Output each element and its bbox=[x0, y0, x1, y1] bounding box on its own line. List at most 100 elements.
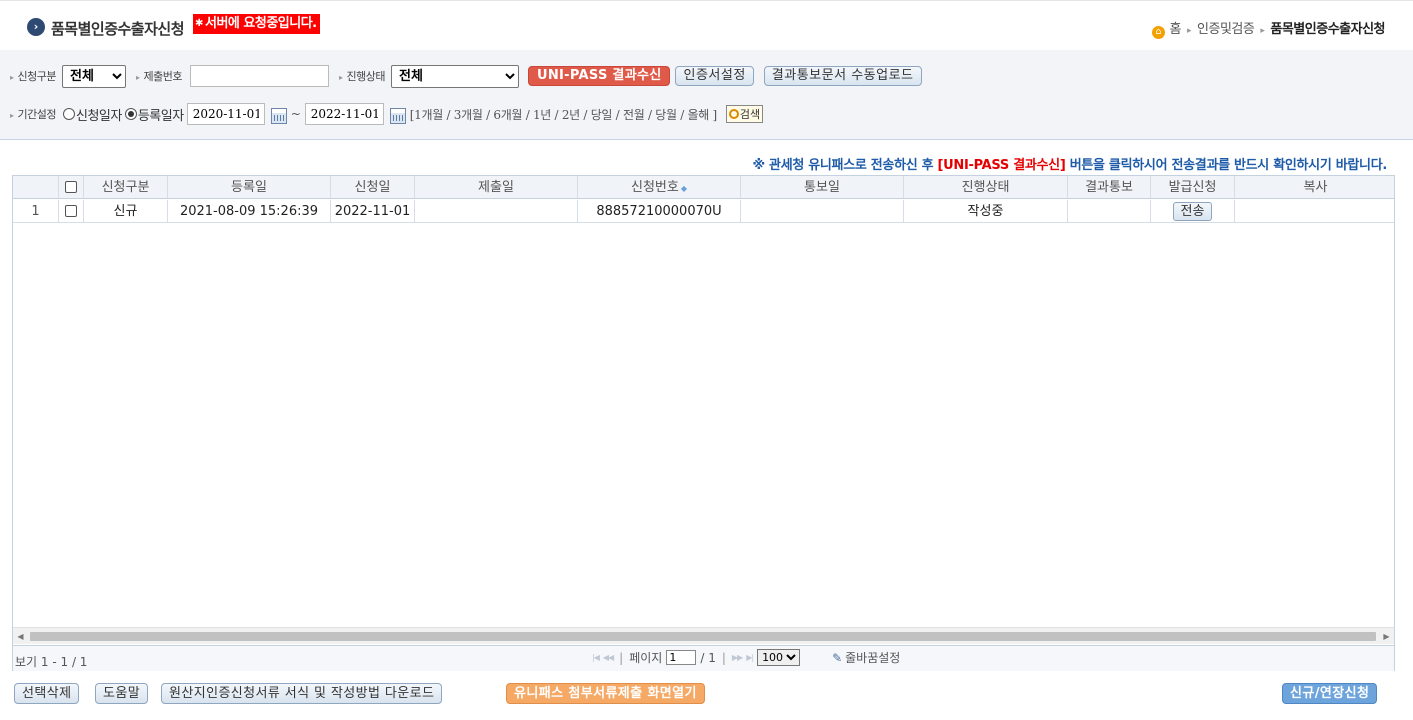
col-apply-no[interactable]: 신청번호 ◆ bbox=[578, 176, 741, 198]
grid-pager: 보기 1 - 1 / 1 |◀ ◀◀ | 페이지 / 1 | ▶▶ ▶| 100… bbox=[13, 645, 1394, 671]
search-button[interactable]: 검색 bbox=[725, 105, 764, 123]
breadcrumb-current: 품목별인증수출자신청 bbox=[1270, 22, 1385, 37]
search-row-1: 신청구분 전체 제출번호 진행상태 전체 UNI-PASS 결과수신 인증서설정… bbox=[0, 63, 922, 89]
col-apply-type[interactable]: 신청구분 bbox=[84, 176, 168, 198]
col-status[interactable]: 진행상태 bbox=[904, 176, 1068, 198]
quick-range-today[interactable]: 당일 bbox=[591, 108, 613, 122]
quick-range-1m[interactable]: 1개월 bbox=[414, 108, 443, 122]
unipass-receive-button[interactable]: UNI-PASS 결과수신 bbox=[528, 66, 671, 86]
cell-submit-date bbox=[415, 200, 578, 222]
search-row-2: 기간설정 신청일자 등록일자 ~ [1개월 / 3개월 / 6개월 / 1년 /… bbox=[0, 101, 764, 127]
page-label: 페이지 bbox=[629, 651, 663, 665]
last-page-icon[interactable]: ▶| bbox=[746, 653, 754, 662]
col-copy[interactable]: 복사 bbox=[1235, 176, 1396, 198]
loading-indicator: ✱ 서버에 요청중입니다. bbox=[193, 14, 320, 34]
submit-no-input[interactable] bbox=[190, 65, 329, 87]
quick-range-prev-month[interactable]: 전월 bbox=[623, 108, 645, 122]
row-checkbox[interactable] bbox=[65, 204, 77, 217]
sort-icon[interactable]: ◆ bbox=[681, 184, 687, 193]
loading-text: 서버에 요청중입니다. bbox=[205, 16, 317, 31]
quick-range-this-month[interactable]: 당월 bbox=[655, 108, 677, 122]
period-label: 기간설정 bbox=[10, 106, 57, 122]
record-info: 보기 1 - 1 / 1 bbox=[15, 655, 88, 669]
cell-reg-date: 2021-08-09 15:26:39 bbox=[168, 200, 331, 222]
radio-apply-date-label: 신청일자 bbox=[76, 108, 122, 124]
breadcrumb-home[interactable]: 홈 bbox=[1170, 22, 1182, 37]
cell-issue: 전송 bbox=[1151, 200, 1235, 222]
cell-notice-date bbox=[741, 200, 904, 222]
breadcrumb-cert[interactable]: 인증및검증 bbox=[1197, 22, 1255, 37]
apply-type-select[interactable]: 전체 bbox=[62, 64, 126, 88]
apply-type-label: 신청구분 bbox=[10, 68, 57, 84]
breadcrumb-separator-icon: ▸ bbox=[1187, 26, 1192, 36]
breadcrumb: ⌂ 홈 ▸ 인증및검증 ▸ 품목별인증수출자신청 bbox=[1151, 18, 1385, 39]
page-input[interactable] bbox=[666, 650, 697, 665]
radio-apply-date-dot[interactable] bbox=[63, 108, 75, 120]
table-row[interactable]: 1 신규 2021-08-09 15:26:39 2022-11-01 8885… bbox=[13, 200, 1394, 223]
application-grid: 신청구분 등록일 신청일 제출일 신청번호 ◆ 통보일 진행상태 결과통보 발급신… bbox=[12, 175, 1395, 671]
status-label: 진행상태 bbox=[339, 68, 386, 84]
status-select[interactable]: 전체 bbox=[391, 64, 519, 88]
quick-range-2y[interactable]: 2년 bbox=[562, 108, 580, 122]
quick-range-6m[interactable]: 6개월 bbox=[493, 108, 522, 122]
search-panel: 신청구분 전체 제출번호 진행상태 전체 UNI-PASS 결과수신 인증서설정… bbox=[0, 50, 1413, 140]
cell-apply-type: 신규 bbox=[84, 200, 168, 222]
wrench-icon: ✎ bbox=[832, 650, 843, 665]
select-all-checkbox[interactable] bbox=[65, 180, 77, 193]
download-forms-button[interactable]: 원산지인증신청서류 서식 및 작성방법 다운로드 bbox=[161, 683, 443, 704]
quick-range-this-year[interactable]: 올해 bbox=[687, 108, 709, 122]
col-apply-date[interactable]: 신청일 bbox=[331, 176, 415, 198]
next-page-icon[interactable]: ▶▶ bbox=[732, 653, 743, 662]
quick-range-close: ] bbox=[712, 107, 717, 122]
search-button-label: 검색 bbox=[739, 108, 761, 121]
pagination: |◀ ◀◀ | 페이지 / 1 | ▶▶ ▶| 100 ✎줄바꿈설정 bbox=[592, 649, 900, 666]
submit-no-label: 제출번호 bbox=[136, 68, 183, 84]
scrollbar-thumb[interactable] bbox=[30, 632, 1376, 641]
col-issue[interactable]: 발급신청 bbox=[1151, 176, 1235, 198]
new-extension-button[interactable]: 신규/연장신청 bbox=[1282, 683, 1378, 704]
manual-upload-button[interactable]: 결과통보문서 수동업로드 bbox=[763, 66, 922, 86]
unipass-notice: ※ 관세청 유니패스로 전송하신 후 [UNI-PASS 결과수신] 버튼을 클… bbox=[752, 154, 1387, 173]
bottom-action-bar: 선택삭제 도움말 원산지인증신청서류 서식 및 작성방법 다운로드 유니패스 첨… bbox=[0, 683, 1413, 707]
cell-status: 작성중 bbox=[904, 200, 1068, 222]
radio-reg-date[interactable]: 등록일자 bbox=[124, 105, 184, 124]
delete-selected-button[interactable]: 선택삭제 bbox=[14, 683, 80, 704]
scroll-left-icon[interactable]: ◀ bbox=[13, 628, 28, 645]
wrap-setting-button[interactable]: ✎ 줄바꿈설정 bbox=[832, 649, 900, 666]
radio-apply-date[interactable]: 신청일자 bbox=[63, 105, 122, 124]
spinner-icon: ✱ bbox=[195, 18, 203, 29]
cell-apply-no[interactable]: 88857210000070U bbox=[578, 200, 741, 222]
help-button[interactable]: 도움말 bbox=[95, 683, 149, 704]
page-title: 품목별인증수출자신청 bbox=[51, 20, 185, 38]
col-reg-date[interactable]: 등록일 bbox=[168, 176, 331, 198]
col-notice-date[interactable]: 통보일 bbox=[741, 176, 904, 198]
prev-page-icon[interactable]: ◀◀ bbox=[603, 653, 614, 662]
col-apply-no-label: 신청번호 bbox=[631, 180, 679, 195]
breadcrumb-separator-icon: ▸ bbox=[1260, 26, 1265, 36]
page-size-select[interactable]: 100 bbox=[757, 649, 801, 666]
col-select-all[interactable] bbox=[59, 176, 84, 198]
horizontal-scrollbar[interactable]: ◀ ▶ bbox=[13, 627, 1394, 644]
col-result[interactable]: 결과통보 bbox=[1068, 176, 1151, 198]
col-submit-date[interactable]: 제출일 bbox=[415, 176, 578, 198]
cell-copy bbox=[1235, 200, 1396, 222]
date-from-input[interactable] bbox=[186, 103, 265, 125]
quick-range-3m[interactable]: 3개월 bbox=[454, 108, 483, 122]
notice-highlight: [UNI-PASS 결과수신] bbox=[937, 158, 1066, 173]
cell-result bbox=[1068, 200, 1151, 222]
calendar-icon[interactable] bbox=[389, 108, 406, 124]
quick-range-1y[interactable]: 1년 bbox=[533, 108, 551, 122]
date-separator: ~ bbox=[290, 107, 301, 121]
send-button[interactable]: 전송 bbox=[1172, 202, 1213, 221]
scroll-right-icon[interactable]: ▶ bbox=[1379, 628, 1394, 645]
date-to-input[interactable] bbox=[304, 103, 384, 125]
radio-reg-date-dot[interactable] bbox=[124, 108, 137, 120]
calendar-icon[interactable] bbox=[270, 108, 287, 124]
cert-setting-button[interactable]: 인증서설정 bbox=[675, 66, 754, 86]
first-page-icon[interactable]: |◀ bbox=[592, 653, 600, 662]
row-select[interactable] bbox=[59, 200, 84, 222]
home-icon: ⌂ bbox=[1151, 26, 1165, 39]
radio-reg-date-label: 등록일자 bbox=[137, 108, 184, 124]
unipass-attach-button[interactable]: 유니패스 첨부서류제출 화면열기 bbox=[506, 683, 705, 704]
pager-divider: | bbox=[721, 650, 726, 665]
